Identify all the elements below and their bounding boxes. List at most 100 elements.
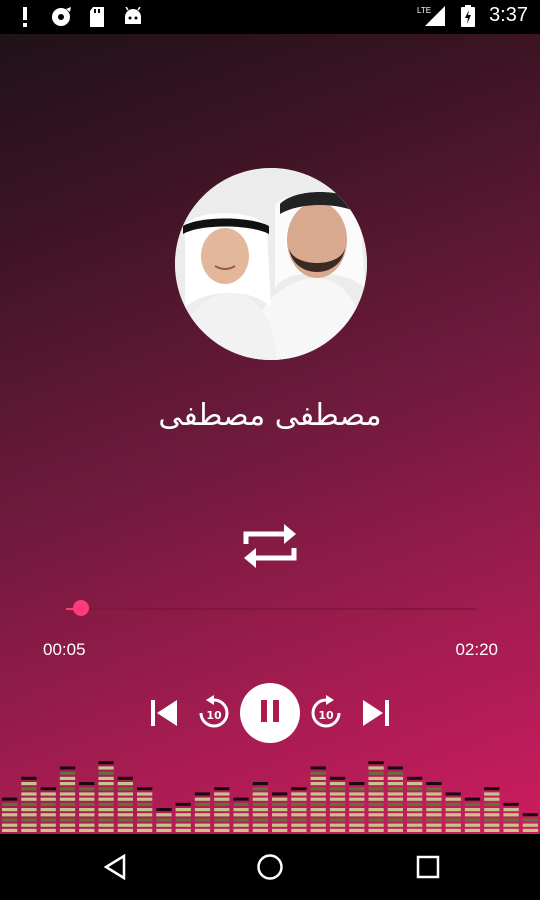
equalizer-segment — [387, 813, 403, 817]
equalizer-segment — [407, 823, 423, 827]
equalizer-peak — [407, 776, 423, 780]
equalizer-peak — [349, 782, 365, 785]
equalizer-peak — [233, 797, 249, 801]
equalizer-segment — [214, 808, 230, 812]
equalizer-segment — [98, 823, 114, 827]
equalizer-segment — [59, 802, 76, 806]
equalizer-segment — [368, 792, 384, 796]
equalizer-segment — [368, 797, 384, 801]
equalizer-segment — [117, 782, 133, 786]
equalizer-segment — [484, 792, 500, 796]
equalizer-segment — [214, 818, 230, 822]
battery-charging-icon — [457, 4, 479, 27]
equalizer-segment — [175, 823, 191, 827]
equalizer-segment — [59, 797, 76, 801]
playback-controls: 10 10 — [0, 680, 540, 746]
equalizer-segment — [464, 823, 481, 827]
equalizer-segment — [368, 808, 384, 812]
equalizer-segment — [310, 782, 326, 786]
equalizer-segment — [21, 818, 37, 822]
equalizer-peak — [503, 802, 519, 806]
equalizer-segment — [252, 797, 268, 801]
equalizer-segment — [464, 828, 481, 832]
equalizer-segment — [194, 813, 211, 817]
equalizer-segment — [407, 787, 423, 791]
music-player-screen: LTE 3:37 مصطفى مصطفى 00:05 02:20 10 10 — [0, 0, 540, 900]
equalizer-peak — [368, 761, 384, 765]
back-icon[interactable] — [100, 852, 130, 882]
equalizer-segment — [407, 813, 423, 817]
equalizer-segment — [522, 828, 538, 832]
equalizer-segment — [426, 818, 442, 822]
equalizer-segment — [329, 808, 346, 812]
equalizer-segment — [252, 808, 268, 812]
equalizer-segment — [387, 782, 403, 786]
equalizer-segment — [349, 797, 365, 801]
equalizer-segment — [21, 782, 37, 786]
equalizer-segment — [137, 818, 153, 822]
equalizer-segment — [503, 823, 519, 827]
equalizer-segment — [426, 797, 442, 801]
equalizer-segment — [233, 818, 249, 822]
status-time: 3:37 — [489, 4, 528, 26]
equalizer-segment — [59, 792, 76, 796]
repeat-icon[interactable] — [238, 520, 302, 572]
equalizer-segment — [175, 818, 191, 822]
equalizer-segment — [21, 813, 37, 817]
equalizer-peak — [272, 792, 288, 796]
equalizer-segment — [117, 828, 133, 832]
equalizer-segment — [291, 792, 307, 796]
equalizer-segment — [484, 823, 500, 827]
equalizer-segment — [522, 818, 538, 822]
equalizer-segment — [137, 823, 153, 827]
equalizer-peak — [387, 766, 403, 770]
equalizer-visualizer — [2, 761, 538, 832]
home-icon[interactable] — [255, 852, 285, 882]
equalizer-segment — [310, 818, 326, 822]
equalizer-segment — [464, 818, 481, 822]
equalizer-peak — [175, 802, 191, 806]
seek-bar[interactable] — [66, 600, 476, 616]
equalizer-peak — [194, 792, 211, 796]
equalizer-segment — [387, 776, 403, 780]
equalizer-segment — [175, 828, 191, 832]
skip-next-icon[interactable] — [358, 695, 394, 731]
artist-avatar — [175, 168, 367, 360]
equalizer-segment — [214, 828, 230, 832]
equalizer-segment — [310, 797, 326, 801]
equalizer-segment — [21, 808, 37, 812]
lte-signal-icon: LTE — [417, 5, 447, 27]
equalizer-segment — [233, 823, 249, 827]
equalizer-segment — [59, 776, 76, 780]
equalizer-segment — [214, 823, 230, 827]
equalizer-peak — [98, 761, 114, 765]
equalizer-segment — [79, 797, 95, 801]
skip-previous-icon[interactable] — [146, 695, 182, 731]
equalizer-segment — [137, 813, 153, 817]
equalizer-segment — [387, 823, 403, 827]
equalizer-segment — [310, 823, 326, 827]
pause-button[interactable] — [240, 683, 300, 743]
equalizer-segment — [252, 787, 268, 791]
equalizer-segment — [426, 802, 442, 806]
equalizer-segment — [503, 813, 519, 817]
equalizer-segment — [387, 797, 403, 801]
equalizer-segment — [407, 792, 423, 796]
equalizer-peak — [484, 787, 500, 791]
network-label: LTE — [417, 6, 431, 15]
recents-icon[interactable] — [413, 852, 443, 882]
equalizer-segment — [387, 792, 403, 796]
equalizer-segment — [310, 792, 326, 796]
equalizer-segment — [272, 808, 288, 812]
equalizer-segment — [40, 802, 56, 806]
equalizer-segment — [175, 813, 191, 817]
equalizer-segment — [272, 818, 288, 822]
equalizer-segment — [137, 797, 153, 801]
equalizer-segment — [233, 813, 249, 817]
replay-10-icon[interactable]: 10 — [196, 695, 232, 731]
forward-10-icon[interactable]: 10 — [308, 695, 344, 731]
seek-thumb[interactable] — [72, 600, 89, 616]
equalizer-segment — [368, 766, 384, 770]
equalizer-segment — [387, 787, 403, 791]
equalizer-segment — [368, 802, 384, 806]
